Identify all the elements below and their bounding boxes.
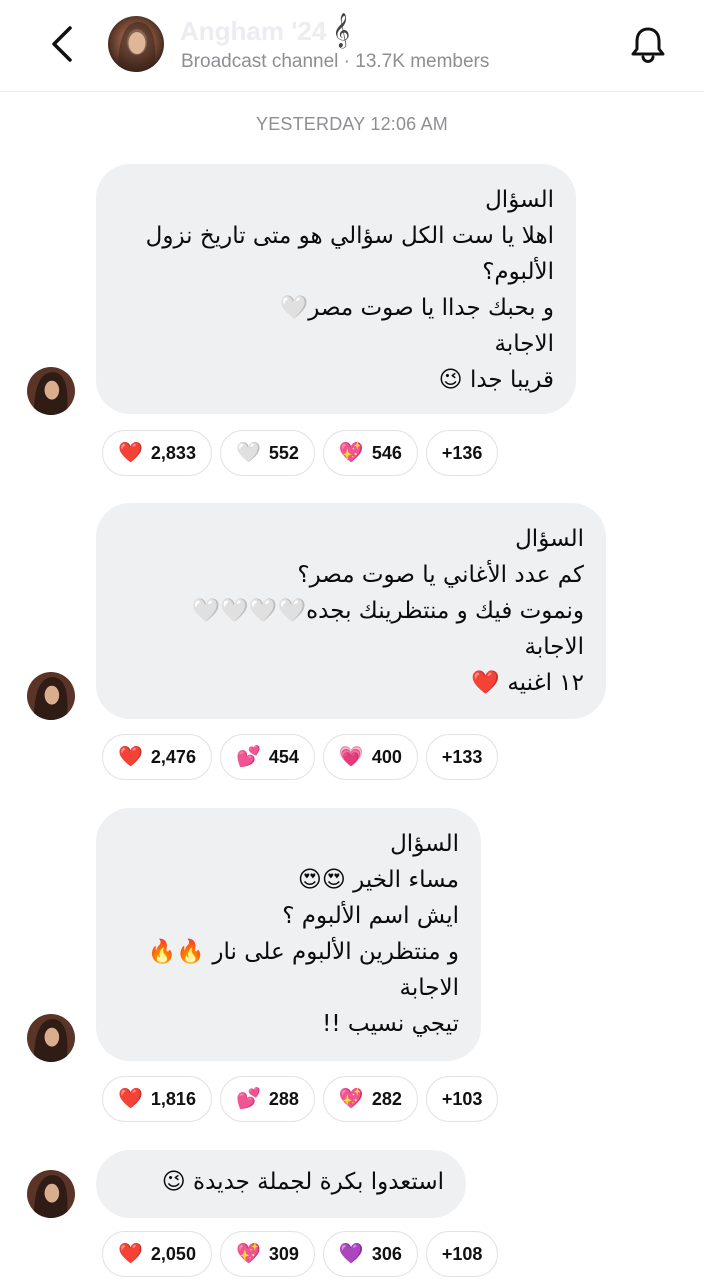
message-line: استعدوا بكرة لجملة جديدة 😉 bbox=[161, 1169, 444, 1195]
notifications-button[interactable] bbox=[624, 20, 672, 68]
message-line: الألبوم؟ bbox=[482, 259, 554, 285]
message-line: كم عدد الأغاني يا صوت مصر؟ bbox=[297, 562, 584, 588]
reaction-count: 2,833 bbox=[150, 442, 196, 463]
reaction-pill[interactable]: ❤️ 2,050 bbox=[102, 1231, 212, 1277]
message-line: السؤال bbox=[485, 187, 554, 213]
more-reactions-pill[interactable]: +136 bbox=[425, 430, 499, 476]
reaction-count: +103 bbox=[441, 1088, 483, 1109]
reaction-bar: ❤️ 2,476 💕 454 💗 400 +133 bbox=[102, 734, 499, 780]
reaction-pill[interactable]: ❤️ 2,476 bbox=[102, 734, 212, 780]
growing-heart-icon: 💗 bbox=[338, 746, 364, 768]
channel-title[interactable]: Angham '24 𝄞 bbox=[180, 14, 350, 48]
heart-icon: ❤️ bbox=[118, 1243, 143, 1265]
channel-avatar[interactable] bbox=[108, 16, 164, 72]
reaction-count: 2,050 bbox=[150, 1243, 196, 1264]
reaction-bar: ❤️ 2,833 🤍 552 💖 546 +136 bbox=[102, 430, 499, 476]
purple-heart-icon: 💜 bbox=[338, 1243, 364, 1265]
message-line: الاجابة bbox=[399, 975, 459, 1001]
message-line: و بحبك جداا يا صوت مصر🤍 bbox=[279, 295, 554, 321]
message-line: السؤال bbox=[390, 831, 459, 857]
reaction-count: 282 bbox=[371, 1088, 402, 1109]
channel-header: Angham '24 𝄞 Broadcast channel · 13.7K m… bbox=[0, 0, 704, 92]
reaction-count: 546 bbox=[371, 442, 402, 463]
more-reactions-pill[interactable]: +108 bbox=[425, 1231, 499, 1277]
message-line: ايش اسم الألبوم ؟ bbox=[282, 903, 459, 929]
bell-icon bbox=[631, 27, 665, 63]
message-line: و منتظرين الألبوم على نار 🔥🔥 bbox=[147, 939, 459, 965]
message-line: السؤال bbox=[515, 526, 584, 552]
reaction-bar: ❤️ 2,050 💖 309 💜 306 +108 bbox=[102, 1231, 499, 1277]
reaction-pill[interactable]: 💗 400 bbox=[322, 734, 418, 780]
message-line: اهلا يا ست الكل سؤالي هو متى تاريخ نزول bbox=[145, 223, 554, 249]
more-reactions-pill[interactable]: +133 bbox=[425, 734, 499, 780]
reaction-count: +108 bbox=[441, 1243, 483, 1264]
reaction-count: 552 bbox=[268, 442, 299, 463]
message-line: قريبا جدا 😉 bbox=[438, 367, 554, 393]
sparkling-heart-icon: 💖 bbox=[338, 1088, 364, 1110]
music-note-icon: 𝄞 bbox=[332, 14, 351, 47]
reaction-pill[interactable]: 💜 306 bbox=[322, 1231, 418, 1277]
message-line: الاجابة bbox=[524, 634, 584, 660]
message-line: تيجي نسيب !! bbox=[322, 1011, 459, 1037]
reaction-count: 306 bbox=[371, 1243, 402, 1264]
reaction-count: +133 bbox=[441, 746, 483, 767]
reaction-count: 400 bbox=[371, 746, 402, 767]
message-bubble[interactable]: السؤال اهلا يا ست الكل سؤالي هو متى تاري… bbox=[96, 164, 576, 414]
message-bubble[interactable]: استعدوا بكرة لجملة جديدة 😉 bbox=[96, 1150, 466, 1218]
reaction-pill[interactable]: 💖 282 bbox=[322, 1076, 418, 1122]
heart-icon: ❤️ bbox=[118, 442, 143, 464]
white-heart-icon: 🤍 bbox=[235, 442, 261, 464]
channel-name: Angham '24 bbox=[180, 15, 327, 46]
reaction-count: +136 bbox=[441, 442, 483, 463]
message-line: مساء الخير 😍😍 bbox=[297, 867, 459, 893]
back-button[interactable] bbox=[40, 22, 84, 66]
reaction-bar: ❤️ 1,816 💕 288 💖 282 +103 bbox=[102, 1076, 499, 1122]
heart-icon: ❤️ bbox=[118, 1088, 143, 1110]
chevron-left-icon bbox=[52, 26, 72, 62]
reaction-pill[interactable]: 💖 546 bbox=[322, 430, 418, 476]
message-line: ونموت فيك و منتظرينك بجده🤍🤍🤍🤍 bbox=[191, 598, 584, 624]
message-bubble[interactable]: السؤال كم عدد الأغاني يا صوت مصر؟ ونموت … bbox=[96, 503, 606, 719]
reaction-count: 288 bbox=[268, 1088, 299, 1109]
sender-avatar[interactable] bbox=[27, 367, 75, 415]
reaction-pill[interactable]: ❤️ 1,816 bbox=[102, 1076, 212, 1122]
sparkling-heart-icon: 💖 bbox=[338, 442, 364, 464]
channel-subtitle: Broadcast channel · 13.7K members bbox=[181, 51, 490, 72]
reaction-pill[interactable]: 💕 454 bbox=[219, 734, 315, 780]
sparkling-heart-icon: 💖 bbox=[235, 1243, 261, 1265]
message-timestamp: YESTERDAY 12:06 AM bbox=[255, 114, 449, 134]
sender-avatar[interactable] bbox=[27, 672, 75, 720]
reaction-count: 309 bbox=[268, 1243, 299, 1264]
sender-avatar[interactable] bbox=[27, 1014, 75, 1062]
reaction-pill[interactable]: 💖 309 bbox=[219, 1231, 315, 1277]
heart-icon: ❤️ bbox=[118, 746, 143, 768]
reaction-count: 2,476 bbox=[150, 746, 196, 767]
reaction-count: 454 bbox=[268, 746, 299, 767]
sender-avatar[interactable] bbox=[27, 1170, 75, 1218]
reaction-pill[interactable]: ❤️ 2,833 bbox=[102, 430, 212, 476]
reaction-pill[interactable]: 🤍 552 bbox=[219, 430, 315, 476]
reaction-count: 1,816 bbox=[150, 1088, 196, 1109]
two-hearts-icon: 💕 bbox=[235, 1088, 261, 1110]
message-bubble[interactable]: السؤال مساء الخير 😍😍 ايش اسم الألبوم ؟ و… bbox=[96, 808, 481, 1061]
message-line: الاجابة bbox=[494, 331, 554, 357]
message-line: ١٢ اغنيه ❤️ bbox=[471, 670, 584, 696]
two-hearts-icon: 💕 bbox=[235, 746, 261, 768]
reaction-pill[interactable]: 💕 288 bbox=[219, 1076, 315, 1122]
more-reactions-pill[interactable]: +103 bbox=[425, 1076, 499, 1122]
